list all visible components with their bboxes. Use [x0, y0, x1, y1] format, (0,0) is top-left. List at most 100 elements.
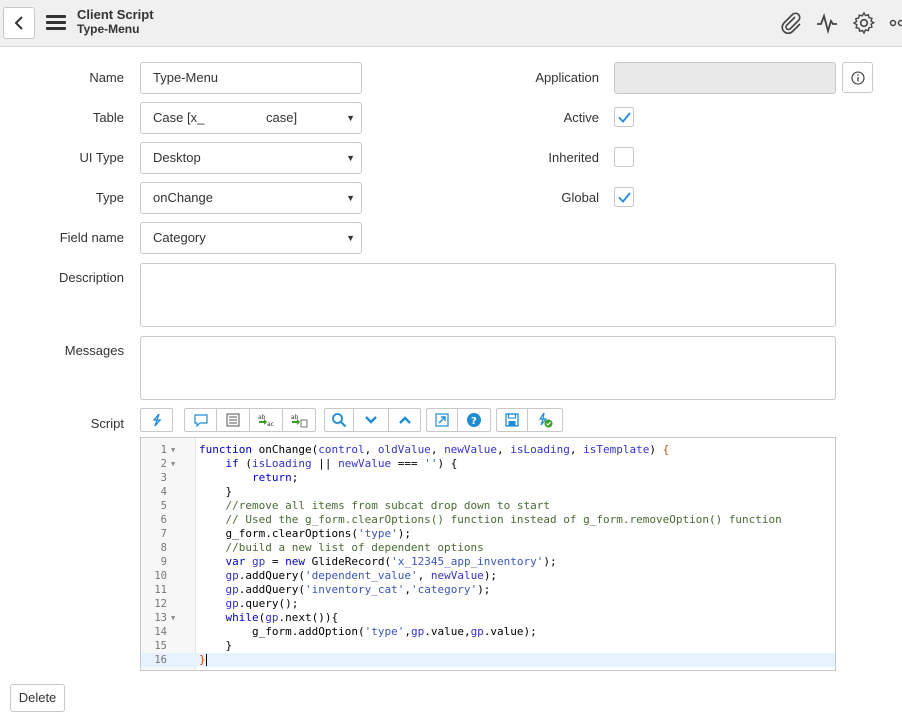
code-line-14[interactable]: 14 g_form.addOption('type',gp.value,gp.v… [141, 625, 835, 639]
check-syntax-button[interactable] [527, 408, 563, 432]
global-checkbox[interactable] [614, 187, 634, 207]
code-line-10[interactable]: 10 gp.addQuery('dependent_value', newVal… [141, 569, 835, 583]
activity-icon[interactable] [815, 11, 839, 35]
code-line-13[interactable]: 13▼ while(gp.next()){ [141, 611, 835, 625]
gear-icon[interactable] [852, 11, 876, 35]
line-number: 1 [141, 443, 167, 457]
description-label: Description [0, 270, 124, 285]
fold-arrow-icon[interactable]: ▼ [171, 611, 175, 625]
line-number: 11 [141, 583, 167, 597]
page-title: Client Script [77, 8, 154, 22]
code-line-16[interactable]: 16} [141, 653, 835, 667]
code-line-1[interactable]: 1▼function onChange(control, oldValue, n… [141, 443, 835, 457]
code-line-12[interactable]: 12 gp.query(); [141, 597, 835, 611]
line-number: 4 [141, 485, 167, 499]
fullscreen-button[interactable] [426, 408, 458, 432]
find-next-button[interactable] [353, 408, 389, 432]
code-line-4[interactable]: 4 } [141, 485, 835, 499]
messages-textarea[interactable] [140, 336, 836, 400]
syntax-toggle-icon [149, 412, 165, 428]
line-number: 5 [141, 499, 167, 513]
save-icon [505, 413, 519, 427]
delete-button[interactable]: Delete [10, 684, 65, 712]
line-number: 6 [141, 513, 167, 527]
table-select[interactable]: Case [x_ case] ▼ [140, 102, 362, 134]
title-block: Client Script Type-Menu [77, 8, 154, 36]
inherited-label: Inherited [480, 150, 599, 165]
code-line-9[interactable]: 9 var gp = new GlideRecord('x_12345_app_… [141, 555, 835, 569]
inherited-checkbox[interactable] [614, 147, 634, 167]
ui-type-select[interactable]: Desktop ▼ [140, 142, 362, 174]
code-line-8[interactable]: 8 //build a new list of dependent option… [141, 541, 835, 555]
code-line-3[interactable]: 3 return; [141, 471, 835, 485]
replace-all-button[interactable]: ab [282, 408, 316, 432]
table-select-prefix: Case [x_ [153, 110, 204, 125]
code-line-11[interactable]: 11 gp.addQuery('inventory_cat','category… [141, 583, 835, 597]
field-name-select[interactable]: Category ▼ [140, 222, 362, 254]
chevron-down-icon [364, 415, 378, 425]
ui-type-value: Desktop [153, 150, 201, 165]
comment-icon [193, 413, 209, 427]
line-number: 12 [141, 597, 167, 611]
paperclip-icon[interactable] [779, 11, 803, 35]
text-cursor [206, 654, 207, 666]
line-number: 13 [141, 611, 167, 625]
line-number: 7 [141, 527, 167, 541]
code-line-6[interactable]: 6 // Used the g_form.clearOptions() func… [141, 513, 835, 527]
menu-icon[interactable] [46, 15, 66, 31]
fold-arrow-icon[interactable]: ▼ [171, 457, 175, 471]
find-previous-button[interactable] [388, 408, 421, 432]
search-button[interactable] [324, 408, 354, 432]
name-input[interactable]: Type-Menu [140, 62, 362, 94]
more-icon[interactable] [888, 11, 902, 35]
script-label: Script [0, 416, 124, 431]
fold-arrow-icon[interactable]: ▼ [171, 443, 175, 457]
messages-label: Messages [0, 343, 124, 358]
field-name-value: Category [153, 230, 206, 245]
application-field [614, 62, 836, 94]
line-number: 14 [141, 625, 167, 639]
line-number: 8 [141, 541, 167, 555]
replace-icon: ab ac [257, 412, 275, 428]
line-number: 16 [141, 653, 167, 667]
dropdown-caret-icon: ▼ [346, 223, 355, 253]
page-subtitle: Type-Menu [77, 22, 154, 36]
description-textarea[interactable] [140, 263, 836, 327]
table-label: Table [0, 110, 124, 125]
code-line-5[interactable]: 5 //remove all items from subcat drop do… [141, 499, 835, 513]
code-lines[interactable]: 1▼function onChange(control, oldValue, n… [141, 443, 835, 667]
script-editor[interactable]: 1▼function onChange(control, oldValue, n… [140, 437, 836, 671]
field-name-label: Field name [0, 230, 124, 245]
code-line-2[interactable]: 2▼ if (isLoading || newValue === '') { [141, 457, 835, 471]
comment-button[interactable] [184, 408, 217, 432]
line-number: 15 [141, 639, 167, 653]
active-checkbox[interactable] [614, 107, 634, 127]
toggle-syntax-button[interactable] [140, 408, 173, 432]
checkmark-icon [618, 112, 631, 123]
expand-icon [435, 413, 449, 427]
help-icon: ? [466, 412, 482, 428]
checkmark-icon [618, 192, 631, 203]
form-header: Client Script Type-Menu [0, 0, 902, 47]
svg-text:?: ? [471, 416, 477, 427]
replace-button[interactable]: ab ac [249, 408, 283, 432]
active-label: Active [480, 110, 599, 125]
chevron-left-icon [14, 16, 24, 30]
code-line-15[interactable]: 15 } [141, 639, 835, 653]
type-select[interactable]: onChange ▼ [140, 182, 362, 214]
replace-all-icon: ab [290, 412, 308, 428]
ui-type-label: UI Type [0, 150, 124, 165]
name-label: Name [0, 70, 124, 85]
save-button[interactable] [496, 408, 528, 432]
code-line-7[interactable]: 7 g_form.clearOptions('type'); [141, 527, 835, 541]
global-label: Global [480, 190, 599, 205]
type-label: Type [0, 190, 124, 205]
back-button[interactable] [3, 7, 35, 39]
info-button[interactable] [842, 62, 873, 93]
info-icon [851, 71, 865, 85]
svg-text:ac: ac [267, 421, 274, 428]
help-button[interactable]: ? [457, 408, 491, 432]
application-label: Application [480, 70, 599, 85]
format-button[interactable] [216, 408, 250, 432]
type-value: onChange [153, 190, 213, 205]
